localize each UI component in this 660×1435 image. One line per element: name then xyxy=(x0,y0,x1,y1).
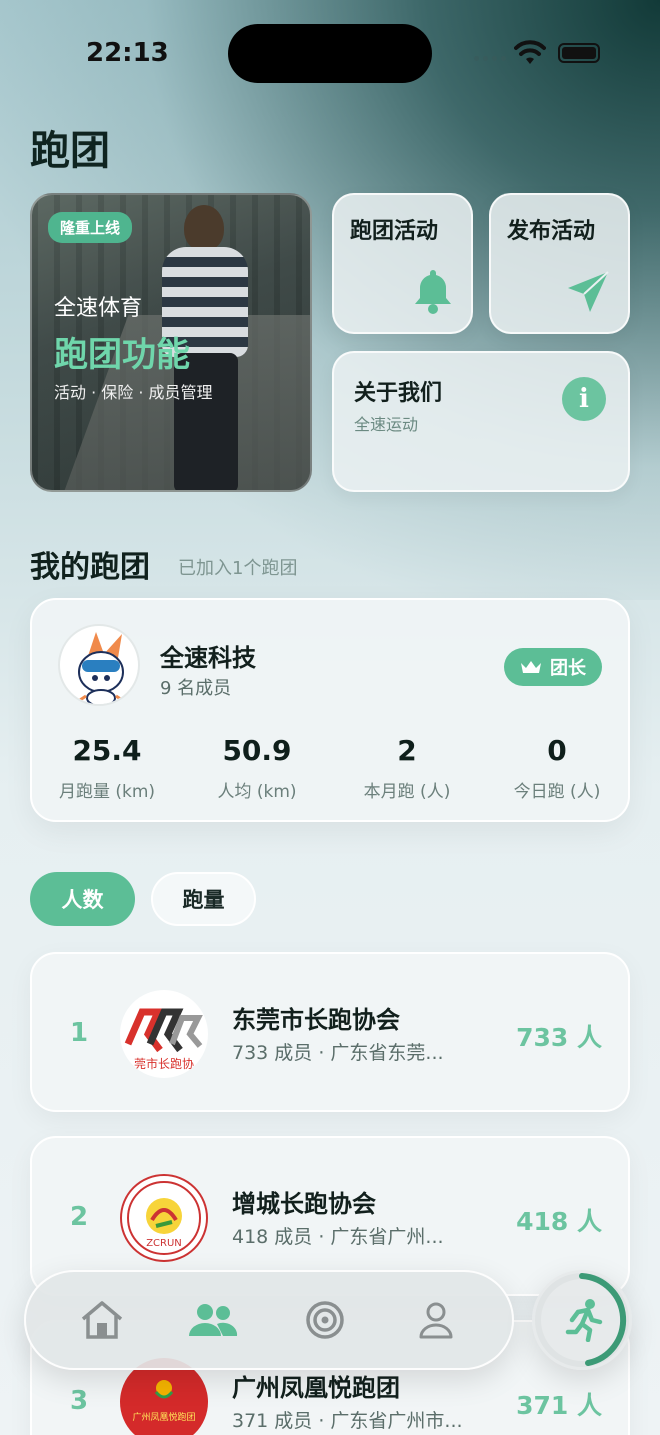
club-logo-text: 莞市长跑协 xyxy=(134,1056,194,1071)
tab-clubs[interactable] xyxy=(183,1290,243,1350)
filter-distance-chip[interactable]: 跑量 xyxy=(151,872,256,926)
stat-value: 0 xyxy=(547,734,567,767)
banner-features: 活动 · 保险 · 成员管理 xyxy=(54,383,213,402)
tile-subtitle: 全速运动 xyxy=(354,415,419,434)
bell-icon xyxy=(415,270,451,314)
stat-monthly-runners: 2 本月跑 (人) xyxy=(332,734,482,802)
stat-today-runners: 0 今日跑 (人) xyxy=(482,734,632,802)
wifi-icon xyxy=(514,40,546,64)
stat-average-distance: 50.9 人均 (km) xyxy=(182,734,332,802)
rank-number: 2 xyxy=(70,1202,89,1232)
people-icon xyxy=(189,1304,238,1336)
club-details: 418 成员 · 广东省广州... xyxy=(232,1226,444,1248)
banner-headline: 跑团功能 xyxy=(54,335,190,375)
member-count: 418 人 xyxy=(516,1207,602,1236)
club-stats: 25.4 月跑量 (km) 50.9 人均 (km) 2 本月跑 (人) 0 今… xyxy=(32,734,632,802)
rank-number: 1 xyxy=(70,1018,89,1048)
banner-tag: 隆重上线 xyxy=(48,212,133,243)
stat-value: 25.4 xyxy=(72,734,142,767)
running-icon xyxy=(565,1299,603,1342)
club-name: 广州凤凰悦跑团 xyxy=(232,1374,400,1402)
club-member-count: 9 名成员 xyxy=(160,678,232,699)
club-logo: 莞市长跑协 xyxy=(120,990,208,1078)
status-bar: 22:13 xyxy=(0,0,660,100)
club-logo: ZCRUN xyxy=(120,1174,208,1262)
about-us-tile[interactable]: 关于我们 全速运动 i xyxy=(332,351,630,492)
ranking-list-item[interactable]: 1 莞市长跑协 东莞市长跑协会 733 成员 · 广东省东莞... 733 人 xyxy=(30,952,630,1112)
dynamic-island xyxy=(228,24,432,83)
club-name: 全速科技 xyxy=(160,644,256,672)
stat-label: 月跑量 (km) xyxy=(58,782,156,802)
banner-line1: 全速体育 xyxy=(54,296,143,321)
stat-label: 本月跑 (人) xyxy=(363,782,451,802)
signal-icon xyxy=(474,56,506,61)
filter-members-chip[interactable]: 人数 xyxy=(30,872,135,926)
page-title: 跑团 xyxy=(30,128,110,174)
section-subtitle: 已加入1个跑团 xyxy=(178,558,298,579)
start-run-button[interactable] xyxy=(532,1270,632,1370)
tile-title: 发布活动 xyxy=(507,219,596,244)
tab-home[interactable] xyxy=(72,1290,132,1350)
section-title: 我的跑团 xyxy=(30,550,150,585)
tile-title: 跑团活动 xyxy=(350,219,439,244)
club-details: 733 成员 · 广东省东莞... xyxy=(232,1042,444,1064)
stat-value: 2 xyxy=(397,734,417,767)
stat-label: 今日跑 (人) xyxy=(513,782,601,802)
stat-label: 人均 (km) xyxy=(217,782,297,802)
bottom-tab-bar xyxy=(24,1270,514,1370)
tile-title: 关于我们 xyxy=(354,381,443,406)
feature-banner[interactable]: 隆重上线 全速体育 跑团功能 活动 · 保险 · 成员管理 xyxy=(30,193,312,492)
paper-plane-icon xyxy=(568,271,609,312)
leader-badge: 团长 xyxy=(504,648,602,686)
info-icon: i xyxy=(562,377,606,421)
club-name: 增城长跑协会 xyxy=(232,1190,376,1218)
club-logo-text: ZCRUN xyxy=(146,1238,182,1249)
club-avatar xyxy=(58,624,140,706)
battery-icon xyxy=(558,43,600,63)
tab-profile[interactable] xyxy=(406,1290,466,1350)
club-activities-tile[interactable]: 跑团活动 xyxy=(332,193,473,334)
tab-goals[interactable] xyxy=(295,1290,355,1350)
crown-icon xyxy=(521,661,541,673)
my-club-card[interactable]: 全速科技 9 名成员 团长 25.4 月跑量 (km) 50.9 人均 (km)… xyxy=(30,598,630,822)
club-name: 东莞市长跑协会 xyxy=(232,1006,400,1034)
stat-monthly-distance: 25.4 月跑量 (km) xyxy=(32,734,182,802)
home-icon xyxy=(81,1301,122,1339)
member-count: 733 人 xyxy=(516,1023,602,1052)
person-icon xyxy=(419,1302,453,1339)
publish-activity-tile[interactable]: 发布活动 xyxy=(489,193,630,334)
club-details: 371 成员 · 广东省广州市... xyxy=(232,1410,463,1432)
status-time: 22:13 xyxy=(86,38,169,68)
leader-label: 团长 xyxy=(550,658,586,679)
member-count: 371 人 xyxy=(516,1391,602,1420)
target-icon xyxy=(306,1301,344,1339)
stat-value: 50.9 xyxy=(222,734,292,767)
club-logo-text: 广州凤凰悦跑团 xyxy=(132,1411,195,1423)
rank-number: 3 xyxy=(70,1386,89,1416)
